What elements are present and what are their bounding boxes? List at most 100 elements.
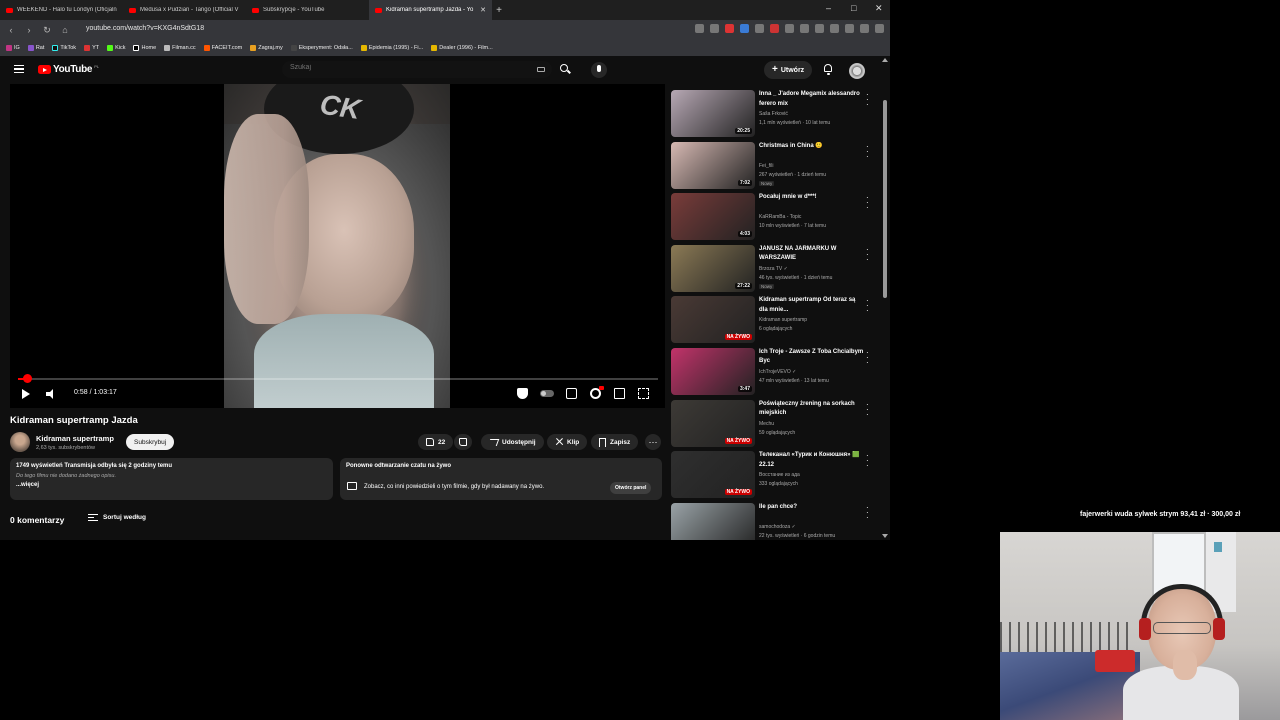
tab-subscriptions[interactable]: Subskrypcje - YouTube: [246, 0, 369, 20]
keyboard-icon[interactable]: [537, 67, 545, 72]
video-thumbnail[interactable]: 4:03: [671, 193, 755, 241]
recommendation-item[interactable]: 7:02 Christmas in China 🙂 Fei_fili 267 wyśw…: [671, 141, 881, 194]
video-player[interactable]: CK 0:58 / 1:03:17: [10, 84, 665, 408]
more-options-icon[interactable]: · · ·: [866, 142, 869, 160]
page-scrollbar[interactable]: [881, 56, 889, 540]
bookmark-eksperyment[interactable]: Eksperyment: Odsła...: [290, 45, 353, 51]
wallet-icon[interactable]: [815, 24, 824, 33]
tab-weekend[interactable]: WEEKEND - Halo tu Londyn (Oficjaln: [0, 0, 123, 20]
extension-icon[interactable]: [740, 24, 749, 33]
bookmark-dealer[interactable]: Dealer (1996) - Film...: [431, 45, 493, 51]
scrollbar-thumb[interactable]: [883, 100, 887, 298]
progress-bar[interactable]: [18, 378, 658, 380]
recommendation-item[interactable]: NA ŻYWO Телеканал «Турик и Конюшня» 🟩 22.…: [671, 451, 881, 503]
url-field[interactable]: youtube.com/watch?v=KXG4nSdtG18: [86, 25, 204, 32]
recommendation-item[interactable]: NA ŻYWO Kidraman supertramp Od teraz są d…: [671, 296, 881, 348]
download-icon[interactable]: [800, 24, 809, 33]
video-thumbnail[interactable]: 20:25: [671, 90, 755, 137]
recommendation-title[interactable]: Pocałuj mnie w d***!: [759, 193, 864, 203]
back-icon[interactable]: ‹: [4, 23, 18, 37]
bookmark-rat[interactable]: Rat: [27, 45, 44, 51]
share-button[interactable]: Udostępnij: [481, 434, 544, 450]
video-thumbnail[interactable]: 7:02: [671, 141, 755, 189]
bookmark-ig[interactable]: IG: [6, 45, 20, 51]
extension-icon[interactable]: [755, 24, 764, 33]
minimize-button[interactable]: –: [826, 3, 831, 13]
reload-icon[interactable]: ↻: [40, 23, 54, 37]
extension-icon[interactable]: [770, 24, 779, 33]
video-thumbnail[interactable]: NA ŻYWO: [671, 399, 755, 447]
like-button[interactable]: 22: [418, 434, 454, 450]
more-options-icon[interactable]: · · ·: [866, 245, 869, 263]
puzzle-icon[interactable]: [785, 24, 794, 33]
music-icon[interactable]: [845, 24, 854, 33]
miniplayer-icon[interactable]: [614, 388, 625, 399]
bookmark-yt[interactable]: YT: [84, 45, 99, 51]
maximize-button[interactable]: □: [851, 3, 856, 13]
show-more-link[interactable]: ...więcej: [16, 482, 327, 488]
clip-button[interactable]: Klip: [547, 434, 588, 450]
play-icon[interactable]: [22, 389, 30, 399]
youtube-logo[interactable]: YouTube PL: [38, 64, 99, 75]
link-icon[interactable]: [830, 24, 839, 33]
channel-avatar[interactable]: [10, 432, 30, 452]
sort-button[interactable]: Sortuj według: [88, 514, 146, 521]
more-options-icon[interactable]: · · ·: [866, 91, 869, 109]
recommendation-title[interactable]: Poświąteczny żrening na sorkach miejskic…: [759, 400, 864, 419]
video-thumbnail[interactable]: 27:22: [671, 244, 755, 292]
scroll-down-icon[interactable]: [882, 534, 888, 538]
recommendation-item[interactable]: 3:47 Ich Troje - Zawsze Z Toba Chcialbym …: [671, 347, 881, 400]
bookmark-kick[interactable]: Kick: [107, 45, 125, 51]
shield-icon[interactable]: [517, 388, 528, 399]
close-tab-icon[interactable]: ✕: [480, 6, 486, 14]
video-thumbnail[interactable]: NA ŻYWO: [671, 451, 755, 499]
cast-icon[interactable]: [695, 24, 704, 33]
subscribe-button[interactable]: Subskrybuj: [126, 434, 175, 450]
create-button[interactable]: + Utwórz: [764, 61, 813, 79]
recommendation-title[interactable]: Christmas in China 🙂: [759, 142, 864, 152]
tab-current-video[interactable]: Kidraman supertramp Jazda - Yo ✕: [369, 0, 492, 20]
bookmark-epidemia[interactable]: Epidemia (1995) - Fi...: [360, 45, 423, 51]
progress-scrubber[interactable]: [23, 374, 33, 383]
search-input[interactable]: [290, 64, 530, 71]
home-icon[interactable]: ⌂: [58, 23, 72, 37]
bookmark-zagraj[interactable]: Zagraj.my: [250, 45, 283, 51]
menu-icon[interactable]: [875, 24, 884, 33]
recommendation-title[interactable]: Телеканал «Турик и Конюшня» 🟩 22.12: [759, 451, 864, 470]
share-icon[interactable]: [710, 24, 719, 33]
account-avatar[interactable]: [849, 63, 865, 79]
video-thumbnail[interactable]: 3:47: [671, 347, 755, 395]
bookmark-home[interactable]: Home: [133, 45, 156, 51]
video-thumbnail[interactable]: [671, 502, 755, 540]
channel-name[interactable]: Kidraman supertramp: [36, 434, 114, 443]
more-options-icon[interactable]: · · ·: [866, 297, 869, 315]
recommendation-item[interactable]: Ile pan chce? samochodoza ✓ 22 tys. wyświe…: [671, 502, 881, 540]
video-thumbnail[interactable]: NA ŻYWO: [671, 296, 755, 344]
recommendation-item[interactable]: 27:22 JANUSZ NA JARMARKU W WARSZAWIE Brzoz…: [671, 244, 881, 297]
bell-icon[interactable]: [823, 64, 833, 75]
more-options-icon[interactable]: · · ·: [866, 348, 869, 366]
more-options-icon[interactable]: · · ·: [866, 194, 869, 212]
more-actions-button[interactable]: ⋯: [645, 434, 661, 450]
recommendation-title[interactable]: Kidraman supertramp Od teraz są dla mnie…: [759, 296, 864, 315]
recommendation-item[interactable]: NA ŻYWO Poświąteczny żrening na sorkach m…: [671, 399, 881, 452]
bookmark-tiktok[interactable]: TikTok: [52, 45, 76, 51]
microphone-icon[interactable]: [591, 62, 607, 78]
volume-icon[interactable]: [46, 389, 56, 399]
save-button[interactable]: Zapisz: [591, 434, 639, 450]
more-options-icon[interactable]: · · ·: [866, 503, 869, 521]
brave-shield-icon[interactable]: [725, 24, 734, 33]
recommendation-item[interactable]: 4:03 Pocałuj mnie w d***! KaRRamBa - Topic…: [671, 193, 881, 245]
more-options-icon[interactable]: · · ·: [866, 452, 869, 470]
recommendation-title[interactable]: Inna _ J'adore Megamix alessandro ferero…: [759, 90, 864, 109]
tab-medusa[interactable]: Medusa x Pudzian - Tango (Official V: [123, 0, 246, 20]
gear-icon[interactable]: [590, 386, 604, 399]
recommendation-title[interactable]: Ile pan chce?: [759, 503, 864, 513]
new-tab-button[interactable]: +: [492, 5, 506, 16]
autoplay-toggle[interactable]: [540, 390, 554, 397]
description-box[interactable]: 1749 wyświetleń Transmisja odbyła się 2 …: [10, 458, 333, 500]
recommendation-item[interactable]: 20:25 Inna _ J'adore Megamix alessandro f…: [671, 90, 881, 142]
scroll-up-icon[interactable]: [882, 58, 888, 62]
bookmark-filman[interactable]: Filman.cc: [164, 45, 196, 51]
recommendation-title[interactable]: Ich Troje - Zawsze Z Toba Chcialbym Byc: [759, 348, 864, 367]
